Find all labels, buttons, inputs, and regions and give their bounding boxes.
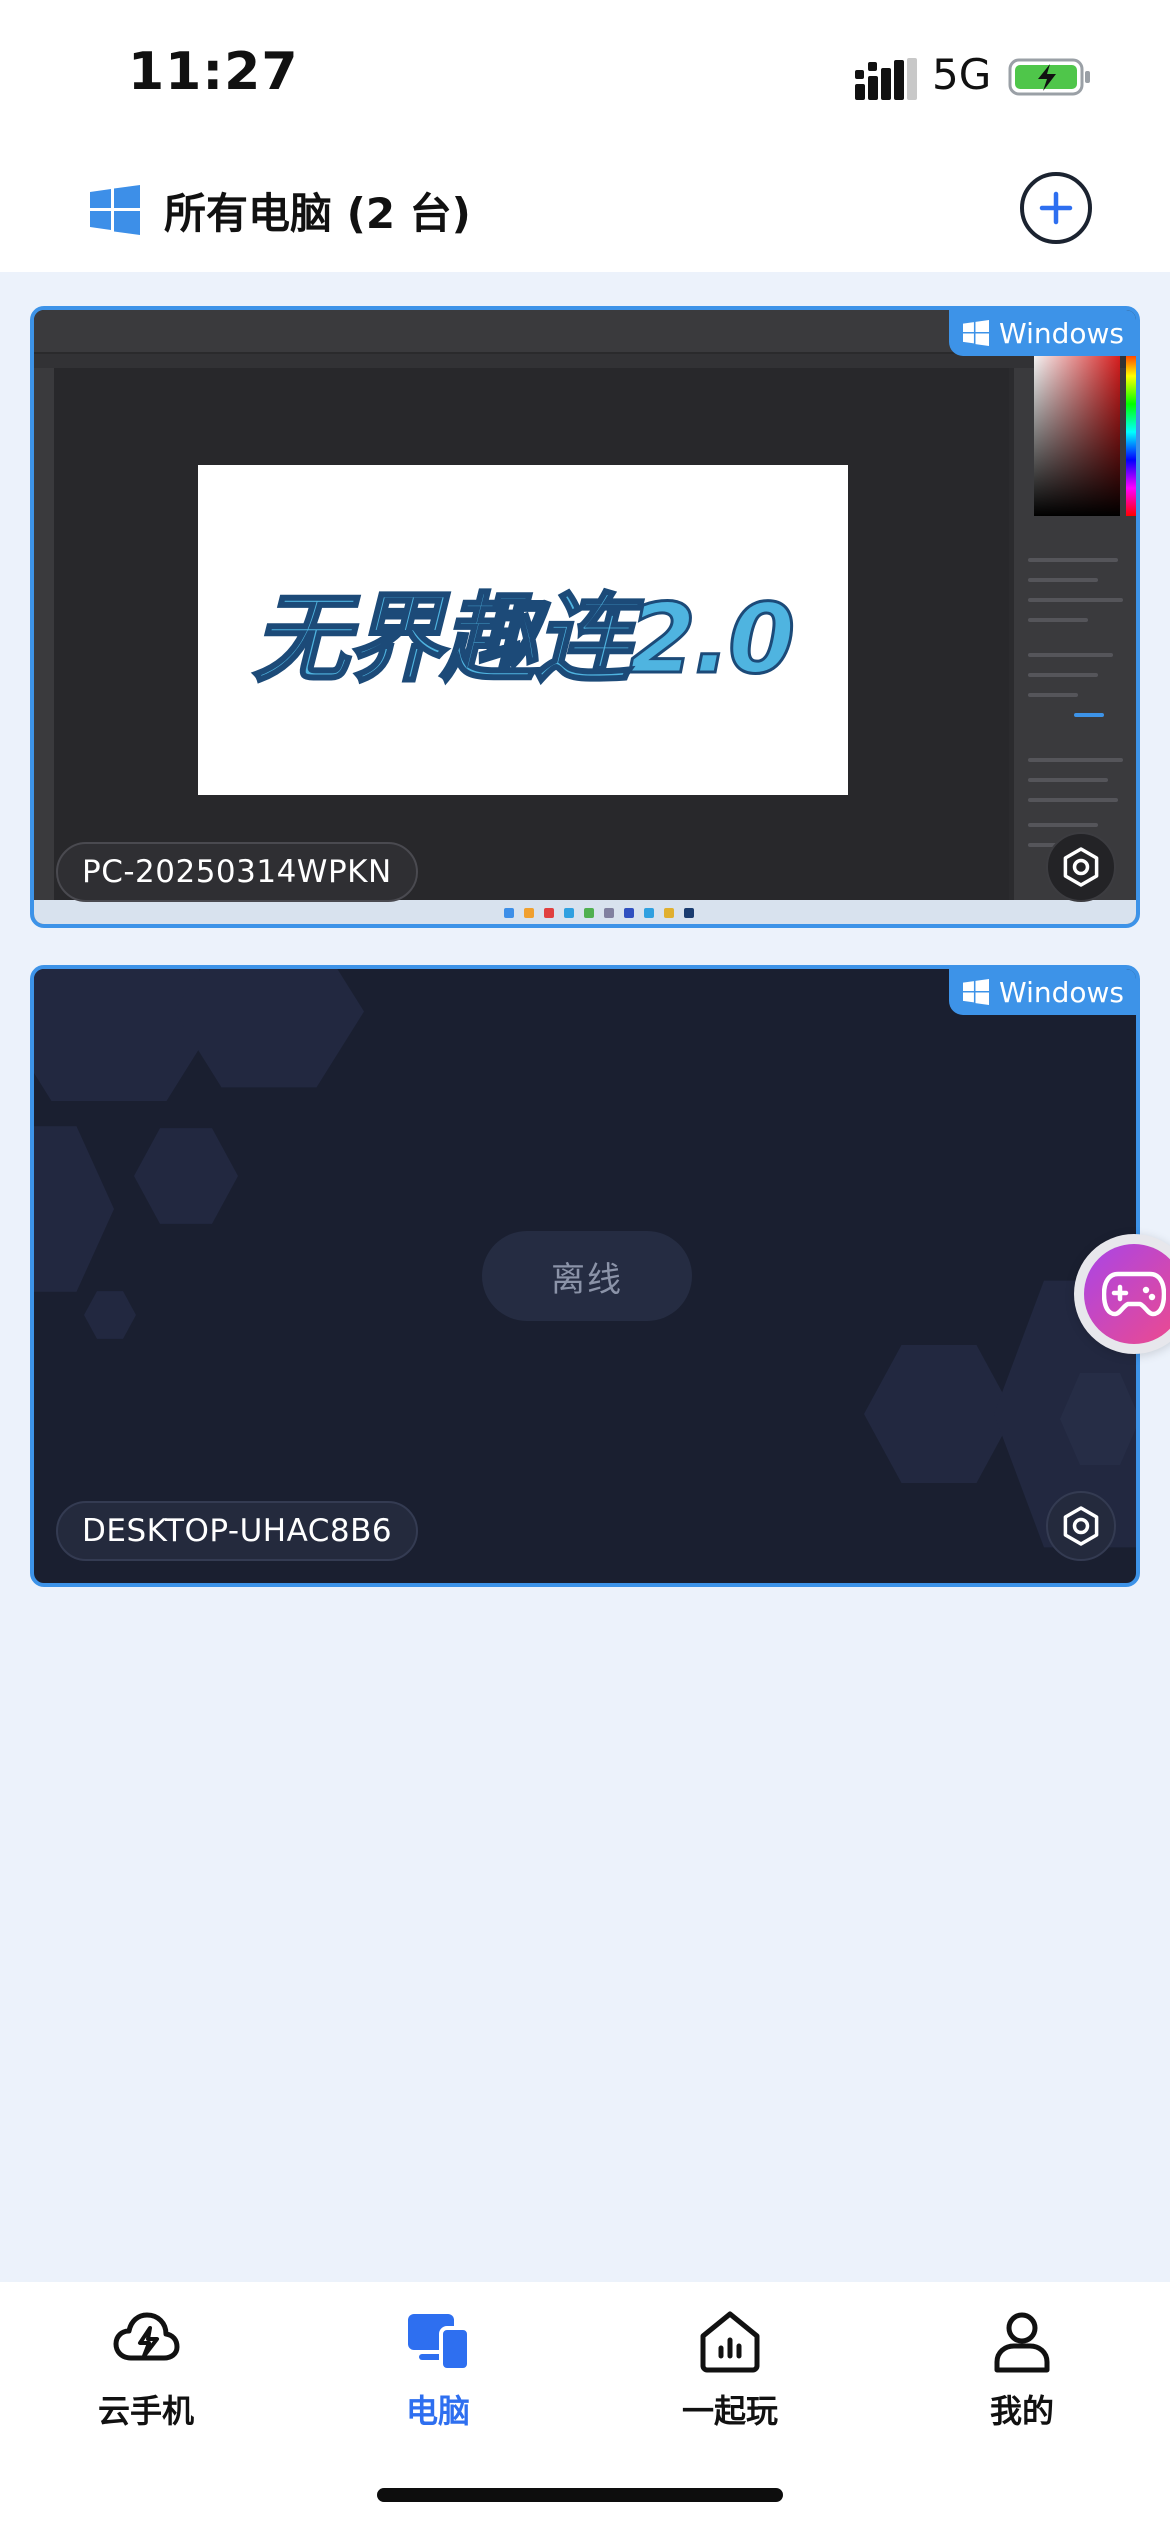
status-time: 11:27: [128, 42, 299, 102]
preview-toolbar: [34, 368, 54, 908]
gamepad-icon: [1102, 1271, 1166, 1317]
settings-icon: [1063, 847, 1099, 887]
tab-label: 电脑: [405, 2392, 470, 2430]
battery-charging-icon: [1008, 58, 1090, 96]
home-indicator: [377, 2488, 783, 2502]
page-header: 所有电脑 (2 台): [0, 150, 1170, 272]
device-settings-button[interactable]: [1046, 832, 1116, 902]
page-title: 所有电脑 (2 台): [164, 189, 471, 238]
device-name: PC-20250314WPKN: [56, 842, 418, 902]
tab-label: 一起玩: [681, 2392, 778, 2430]
background-hexagon: [864, 1345, 1014, 1483]
os-badge: Windows: [949, 969, 1136, 1015]
background-hexagon: [84, 1291, 136, 1339]
windows-logo-icon: [90, 185, 140, 235]
settings-icon: [1063, 1506, 1099, 1546]
user-icon: [994, 2312, 1050, 2373]
preview-hue-slider: [1126, 348, 1136, 516]
signal-icon: [855, 58, 917, 100]
preview-color-picker: [1034, 348, 1120, 516]
tab-label: 我的: [989, 2392, 1054, 2430]
tab-play-together[interactable]: 一起玩: [630, 2306, 830, 2456]
device-settings-button[interactable]: [1046, 1491, 1116, 1561]
background-hexagon: [34, 1126, 114, 1292]
background-hexagon: [174, 969, 364, 1088]
network-type: 5G: [932, 50, 992, 99]
windows-logo-icon: [963, 320, 989, 346]
windows-logo-icon: [963, 979, 989, 1005]
device-card-online[interactable]: 无界趣连2.0 Windows PC-20250314WPKN: [30, 306, 1140, 928]
status-bar: 11:27 5G: [0, 0, 1170, 150]
tab-mine[interactable]: 我的: [922, 2306, 1122, 2456]
cloud-phone-icon: [113, 2312, 180, 2361]
tab-cloud-phone[interactable]: 云手机: [46, 2306, 246, 2456]
plus-icon: [1039, 191, 1073, 225]
os-badge: Windows: [949, 310, 1136, 356]
device-card-offline[interactable]: 离线 Windows DESKTOP-UHAC8B6: [30, 965, 1140, 1587]
tab-label: 云手机: [97, 2392, 194, 2430]
os-badge-label: Windows: [999, 316, 1124, 350]
home-play-icon: [700, 2311, 760, 2373]
add-device-button[interactable]: [1020, 172, 1092, 244]
preview-document-text: 无界趣连2.0: [251, 581, 796, 696]
preview-document: 无界趣连2.0: [198, 465, 848, 795]
offline-status: 离线: [482, 1231, 692, 1321]
device-name: DESKTOP-UHAC8B6: [56, 1501, 419, 1561]
tab-computer[interactable]: 电脑: [338, 2306, 538, 2456]
preview-optionsbar: [34, 354, 1136, 368]
preview-taskbar: [34, 900, 1136, 924]
floating-game-button-inner: [1084, 1244, 1170, 1344]
background-hexagon: [134, 1128, 238, 1224]
os-badge-label: Windows: [999, 975, 1124, 1009]
computer-icon: [408, 2314, 471, 2372]
